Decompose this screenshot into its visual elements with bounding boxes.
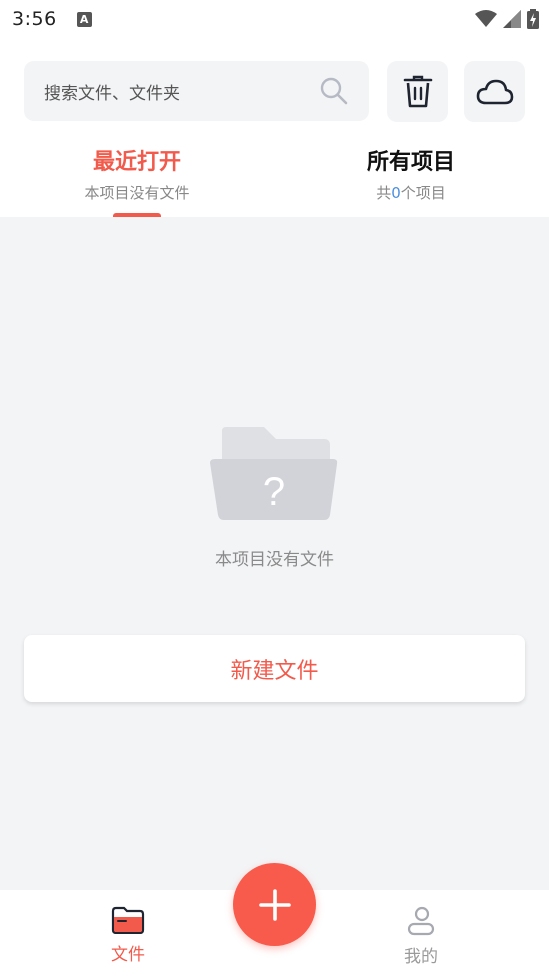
tab-all-subtitle-suffix: 个项目	[400, 184, 446, 202]
nav-item-mine[interactable]: 我的	[361, 890, 481, 976]
wifi-icon	[475, 10, 497, 27]
empty-state-message: 本项目没有文件	[215, 550, 334, 570]
svg-text:?: ?	[263, 470, 285, 514]
cloud-button[interactable]	[464, 61, 525, 122]
tab-all-subtitle-prefix: 共	[376, 184, 392, 202]
trash-icon	[403, 75, 432, 107]
tab-recent[interactable]: 最近打开 本项目没有文件	[0, 148, 274, 203]
tab-recent-title: 最近打开	[92, 150, 181, 175]
nav-mine-label: 我的	[404, 947, 438, 967]
signal-icon	[503, 10, 521, 28]
folder-icon	[111, 906, 145, 934]
tab-all-projects[interactable]: 所有项目 共0个项目	[274, 148, 548, 203]
trash-button[interactable]	[387, 61, 448, 122]
cloud-icon	[476, 79, 513, 104]
search-input[interactable]: 搜索文件、文件夹	[44, 79, 319, 104]
new-file-button[interactable]: 新建文件	[24, 635, 525, 702]
search-icon[interactable]	[319, 76, 349, 106]
notification-a-icon: A	[76, 11, 92, 27]
tab-recent-subtitle: 本项目没有文件	[84, 184, 190, 202]
project-count: 0	[391, 184, 401, 202]
add-fab-button[interactable]	[233, 863, 316, 946]
status-time: 3:56	[12, 8, 57, 30]
empty-folder-question-icon: ?	[210, 427, 338, 520]
search-bar[interactable]: 搜索文件、文件夹	[24, 61, 369, 121]
nav-files-label: 文件	[111, 945, 145, 965]
plus-icon	[258, 888, 291, 921]
tab-all-title: 所有项目	[366, 150, 455, 175]
status-icons	[475, 9, 539, 29]
nav-item-files[interactable]: 文件	[68, 890, 188, 976]
battery-charging-icon	[527, 9, 539, 29]
status-bar: 3:56 A	[0, 0, 549, 38]
user-icon	[407, 906, 435, 936]
tab-all-subtitle: 共0个项目	[274, 182, 548, 203]
